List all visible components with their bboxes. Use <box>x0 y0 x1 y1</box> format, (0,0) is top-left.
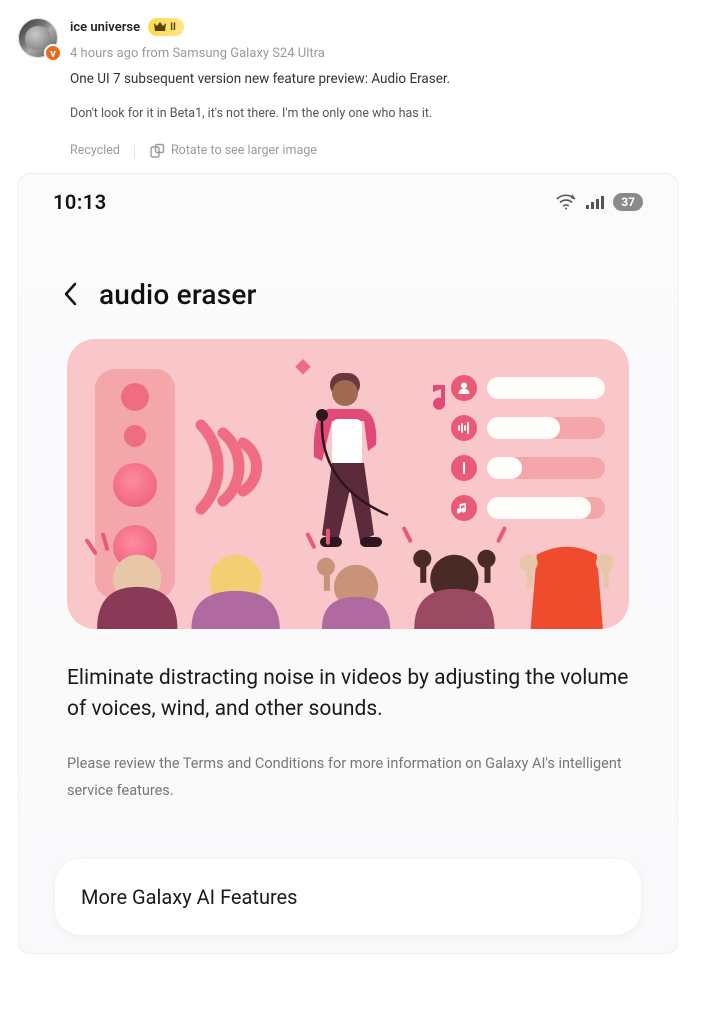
music-note-decor <box>427 383 453 415</box>
bar-icon <box>451 455 477 481</box>
chevron-left-icon <box>61 280 81 308</box>
more-features-card[interactable]: More Galaxy AI Features <box>55 859 641 935</box>
rotate-icon <box>149 143 165 159</box>
slider-track[interactable] <box>487 377 605 399</box>
slider-track[interactable] <box>487 457 605 479</box>
slider-row-wind[interactable] <box>451 455 605 481</box>
slider-panel <box>451 375 605 521</box>
embedded-screenshot[interactable]: 10:13 6 37 audio eraser <box>18 173 678 954</box>
post-text: Don't look for it in Beta1, it's not the… <box>70 104 692 123</box>
crown-badge: II <box>148 18 184 36</box>
status-time: 10:13 <box>53 190 107 214</box>
verified-badge: v <box>44 44 62 62</box>
hero-illustration <box>67 339 629 629</box>
slider-row-voice[interactable] <box>451 375 605 401</box>
recycled-label[interactable]: Recycled <box>70 141 120 160</box>
rotate-hint[interactable]: Rotate to see larger image <box>149 141 317 160</box>
username[interactable]: ice universe <box>70 20 140 35</box>
page-title: audio eraser <box>99 278 257 311</box>
battery-indicator: 37 <box>613 193 643 211</box>
back-button[interactable] <box>59 282 83 306</box>
signal-icon <box>585 194 605 210</box>
diamond-decor <box>295 359 311 375</box>
wifi-icon: 6 <box>555 193 577 211</box>
divider <box>134 144 135 158</box>
post-title: One UI 7 subsequent version new feature … <box>70 69 692 90</box>
slider-row-noise[interactable] <box>451 415 605 441</box>
crown-level: II <box>170 22 176 33</box>
status-bar: 10:13 6 37 <box>19 174 677 220</box>
avatar[interactable]: v <box>18 18 58 58</box>
rotate-label: Rotate to see larger image <box>171 141 317 160</box>
svg-text:6: 6 <box>571 194 575 201</box>
slider-row-music[interactable] <box>451 495 605 521</box>
person-icon <box>451 375 477 401</box>
music-note-icon <box>451 495 477 521</box>
slider-track[interactable] <box>487 417 605 439</box>
post-meta: 4 hours ago from Samsung Galaxy S24 Ultr… <box>70 46 325 61</box>
crown-icon <box>152 20 168 34</box>
more-features-label: More Galaxy AI Features <box>81 885 297 909</box>
slider-track[interactable] <box>487 497 605 519</box>
crowd-graphic <box>67 519 629 629</box>
terms-text: Please review the Terms and Conditions f… <box>19 726 677 805</box>
feature-description: Eliminate distracting noise in videos by… <box>19 629 677 726</box>
waveform-icon <box>451 415 477 441</box>
